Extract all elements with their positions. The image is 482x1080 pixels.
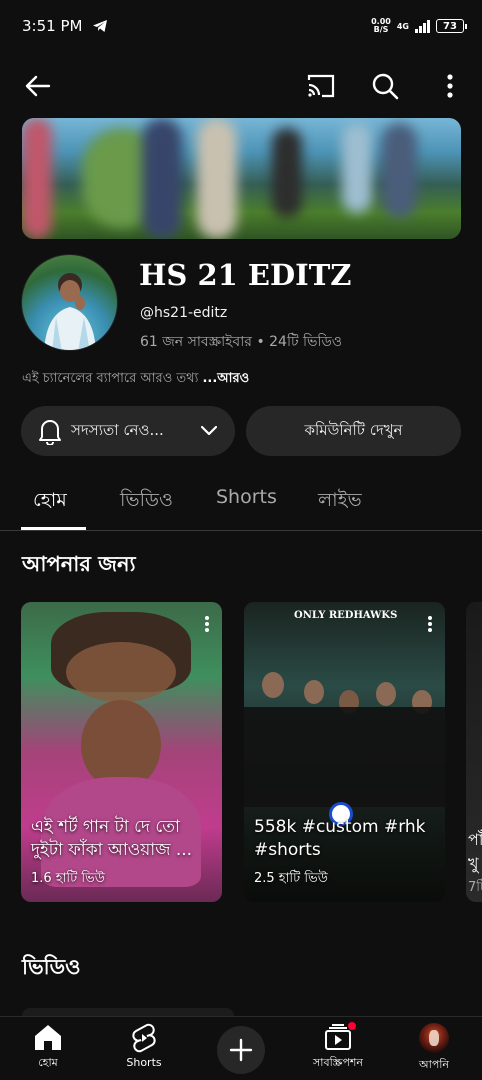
network-type: 4G xyxy=(396,21,409,31)
channel-stats: 61 জন সাবস্ক্রাইবার • 24টি ভিডিও xyxy=(140,334,343,350)
home-icon xyxy=(35,1025,61,1050)
description-text: এই চ্যানেলের ব্যাপারে আরও তথ্য xyxy=(22,371,203,386)
arrow-left-icon xyxy=(25,75,51,97)
channel-avatar xyxy=(21,254,118,351)
chevron-down-icon xyxy=(201,426,217,436)
subscriptions-icon-wrap xyxy=(323,1021,357,1051)
short-views: 1.6 হাটি ভিউ xyxy=(31,871,105,886)
shorts-icon xyxy=(132,1023,156,1053)
short-card[interactable]: ONLY REDHAWKS 558k #custom #rhk #shorts … xyxy=(244,602,445,902)
channel-tabs: হোম ভিডিও Shorts লাইভ xyxy=(0,470,482,531)
nav-home[interactable]: হোম xyxy=(8,1023,88,1073)
cast-button[interactable] xyxy=(303,68,339,104)
telegram-icon xyxy=(93,20,108,32)
section-title-videos: ভিডিও xyxy=(22,955,81,979)
status-time: 3:51 PM xyxy=(22,17,83,35)
avatar-image xyxy=(44,273,96,350)
channel-description[interactable]: এই চ্যানেলের ব্যাপারে আরও তথ্য ...আরও xyxy=(22,369,249,390)
bell-icon xyxy=(39,420,61,445)
community-label: কমিউনিটি দেখুন xyxy=(304,420,403,439)
short-more-button[interactable] xyxy=(423,614,437,634)
tab-home[interactable]: হোম xyxy=(33,486,67,518)
short-title-peek: পাঁ খু 7টি xyxy=(468,830,482,895)
nav-shorts-label: Shorts xyxy=(126,1056,162,1069)
channel-handle: @hs21-editz xyxy=(140,305,228,321)
notification-dot xyxy=(347,1021,357,1031)
short-card[interactable]: এই শর্ট গান টা দে তো দুইটা ফাঁকা আওয়াজ … xyxy=(21,602,222,902)
battery-icon: 73 xyxy=(436,19,467,33)
nav-subscriptions-label: সাবস্ক্রিপশন xyxy=(312,1056,363,1069)
nav-home-label: হোম xyxy=(38,1056,58,1069)
nav-subscriptions[interactable]: সাবস্ক্রিপশন xyxy=(298,1021,378,1073)
battery-level: 73 xyxy=(443,20,457,32)
channel-name: HS 21 EDITZ xyxy=(139,258,352,292)
short-more-button[interactable] xyxy=(200,614,214,634)
nav-shorts[interactable]: Shorts xyxy=(104,1023,184,1069)
app-bar xyxy=(0,58,482,114)
plus-icon xyxy=(229,1038,253,1062)
status-bar: 3:51 PM 0.00 B/S 4G 73 xyxy=(0,0,482,52)
net-speed: 0.00 B/S xyxy=(371,17,391,34)
nav-you-label: আপনি xyxy=(418,1058,449,1071)
subscription-label: সদস্যতা নেও... xyxy=(71,420,164,439)
signal-icon xyxy=(415,19,430,33)
search-icon xyxy=(372,73,399,100)
tab-live[interactable]: লাইভ xyxy=(318,486,362,518)
back-button[interactable] xyxy=(19,68,55,104)
short-views: 2.5 হাটি ভিউ xyxy=(254,871,328,886)
channel-banner xyxy=(22,118,461,239)
profile-avatar-icon xyxy=(419,1023,449,1053)
community-button[interactable]: কমিউনিটি দেখুন xyxy=(246,406,461,456)
short-overlay-text: ONLY REDHAWKS xyxy=(294,610,398,621)
nav-you[interactable]: আপনি xyxy=(394,1023,474,1075)
search-button[interactable] xyxy=(367,68,403,104)
more-link[interactable]: ...আরও xyxy=(202,371,249,386)
bottom-nav: হোম Shorts সাবস্ক্রিপশন আপনি xyxy=(0,1016,482,1080)
cast-icon xyxy=(307,74,335,98)
more-options-button[interactable] xyxy=(432,68,468,104)
tab-shorts[interactable]: Shorts xyxy=(216,486,277,508)
more-vertical-icon xyxy=(447,74,453,98)
active-tab-indicator xyxy=(21,527,86,530)
subscription-button[interactable]: সদস্যতা নেও... xyxy=(21,406,235,456)
section-title-for-you: আপনার জন্য xyxy=(22,552,136,576)
create-button[interactable] xyxy=(217,1026,265,1074)
short-title: 558k #custom #rhk #shorts xyxy=(254,817,426,860)
short-title: এই শর্ট গান টা দে তো দুইটা ফাঁকা আওয়াজ … xyxy=(31,817,193,860)
tab-videos[interactable]: ভিডিও xyxy=(120,486,173,518)
